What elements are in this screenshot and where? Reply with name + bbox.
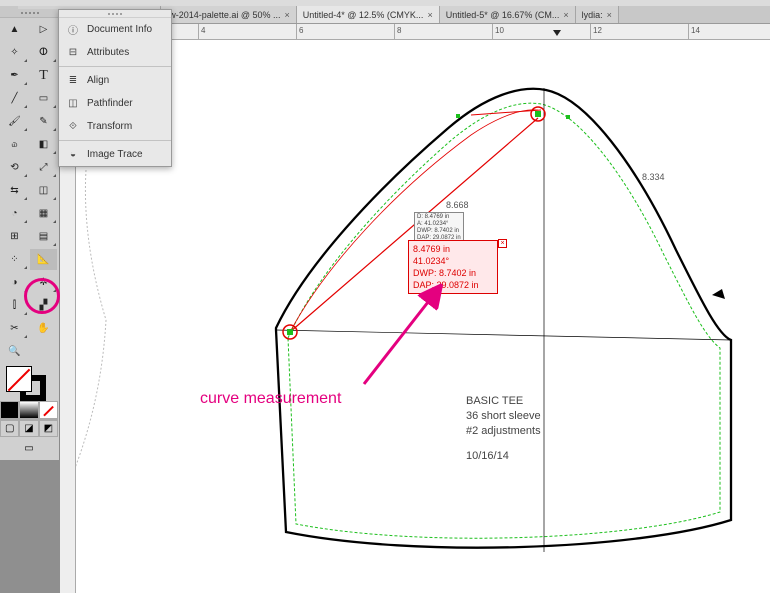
menu-item[interactable]: ⓘ Document Info <box>59 18 171 41</box>
close-icon[interactable]: × <box>427 10 432 20</box>
info-icon: ⓘ <box>65 22 81 38</box>
rotate-tool[interactable]: ⟲ <box>0 156 29 179</box>
document-tab[interactable]: Untitled-4* @ 12.5% (CMYK...× <box>297 6 440 23</box>
tab-label: lydia: <box>582 10 603 20</box>
document-tab[interactable]: Untitled-5* @ 16.67% (CM...× <box>440 6 576 23</box>
panel-handle-icon[interactable] <box>59 10 171 18</box>
menu-item-label: Pathfinder <box>87 98 133 109</box>
type-tool[interactable]: T <box>29 64 58 87</box>
line-tool[interactable]: ╱ <box>0 87 29 110</box>
magic-wand-tool[interactable]: ✧ <box>0 41 29 64</box>
pen-tool[interactable]: ✒ <box>0 64 29 87</box>
fill-stroke-swatch[interactable] <box>0 363 58 401</box>
close-icon[interactable]: × <box>284 10 289 20</box>
width-tool[interactable]: ⇆ <box>0 179 29 202</box>
menu-item-label: Attributes <box>87 47 129 58</box>
menu-item[interactable]: ≣ Align <box>59 69 171 92</box>
menu-item-label: Image Trace <box>87 149 143 160</box>
pencil-tool[interactable]: ✎ <box>29 110 58 133</box>
screen-mode-button[interactable]: ▭ <box>0 437 58 460</box>
document-tab[interactable]: lydia: × <box>576 6 619 23</box>
menu-item-label: Document Info <box>87 24 152 35</box>
tab-label: Untitled-4* @ 12.5% (CMYK... <box>303 10 424 20</box>
tab-label: Untitled-5* @ 16.67% (CM... <box>446 10 560 20</box>
measure-tool[interactable]: 📐 <box>29 248 58 271</box>
attributes-icon: ⊟ <box>65 45 81 61</box>
slice-tool[interactable]: ✂ <box>0 317 29 340</box>
draw-mode-bar[interactable]: ▢ ◪ ◩ <box>0 419 58 437</box>
draw-inside-icon[interactable]: ◩ <box>39 420 58 437</box>
menu-item[interactable]: ⟐ Transform <box>59 115 171 138</box>
color-mode-icon[interactable] <box>0 401 19 419</box>
eyedropper-tool[interactable]: ⁘ <box>0 248 29 271</box>
document-canvas[interactable]: 8.668 8.334 BASIC TEE 36 short sleeve #2… <box>76 40 770 593</box>
hand-tool[interactable]: ✋ <box>29 317 58 340</box>
symbol-sprayer-tool[interactable]: ✲ <box>29 271 58 294</box>
menu-item-label: Align <box>87 75 109 86</box>
draw-normal-icon[interactable]: ▢ <box>0 420 19 437</box>
gradient-mode-icon[interactable] <box>19 401 38 419</box>
draw-behind-icon[interactable]: ◪ <box>19 420 38 437</box>
menu-item[interactable]: ◒ Image Trace <box>59 143 171 166</box>
annotation-arrow <box>76 40 770 593</box>
fill-mode-bar[interactable] <box>0 401 58 419</box>
panel-menu[interactable]: ⓘ Document Info ⊟ Attributes ≣ Align ◫ Pathfind… <box>58 9 172 167</box>
direct-selection-tool[interactable]: ▷ <box>29 18 58 41</box>
menu-item[interactable]: ◫ Pathfinder <box>59 92 171 115</box>
tools-panel: ▲ ▷ ✧ ⵀ ✒ T ╱ ▭ 🖌 ✎ ௰ ◧ ⟲ ⤢ ⇆ ◫ ◔ ▦ ⊞ ▤ … <box>0 9 60 460</box>
annotation-label: curve measurement <box>200 390 341 408</box>
selection-tool[interactable]: ▲ <box>0 18 29 41</box>
toggle-fill-stroke-icon[interactable] <box>29 340 58 363</box>
perspective-tool[interactable]: ▦ <box>29 202 58 225</box>
menu-item-label: Transform <box>87 121 132 132</box>
close-icon[interactable]: × <box>607 10 612 20</box>
brush-tool[interactable]: 🖌 <box>0 110 29 133</box>
free-transform-tool[interactable]: ◫ <box>29 179 58 202</box>
tab-label: fw-2014-palette.ai @ 50% ... <box>167 10 281 20</box>
panel-handle-icon[interactable] <box>0 9 59 18</box>
scale-tool[interactable]: ⤢ <box>29 156 58 179</box>
mesh-tool[interactable]: ⊞ <box>0 225 29 248</box>
menu-item[interactable]: ⊟ Attributes <box>59 41 171 64</box>
close-icon[interactable]: × <box>563 10 568 20</box>
lasso-tool[interactable]: ⵀ <box>29 41 58 64</box>
transform-icon: ⟐ <box>65 119 81 135</box>
gradient-tool[interactable]: ▤ <box>29 225 58 248</box>
eraser-tool[interactable]: ◧ <box>29 133 58 156</box>
zoom-tool[interactable]: 🔍 <box>0 340 29 363</box>
document-tab[interactable]: fw-2014-palette.ai @ 50% ...× <box>161 6 297 23</box>
none-mode-icon[interactable] <box>39 401 58 419</box>
ruler-marker <box>550 24 559 40</box>
blend-tool[interactable]: ◑ <box>0 271 29 294</box>
align-icon: ≣ <box>65 73 81 89</box>
artboard-tool[interactable]: ▞ <box>29 294 58 317</box>
graph-tool[interactable]: ⫿ <box>0 294 29 317</box>
blob-brush-tool[interactable]: ௰ <box>0 133 29 156</box>
shape-builder-tool[interactable]: ◔ <box>0 202 29 225</box>
pathfinder-icon: ◫ <box>65 96 81 112</box>
rectangle-tool[interactable]: ▭ <box>29 87 58 110</box>
image-trace-icon: ◒ <box>65 147 81 163</box>
